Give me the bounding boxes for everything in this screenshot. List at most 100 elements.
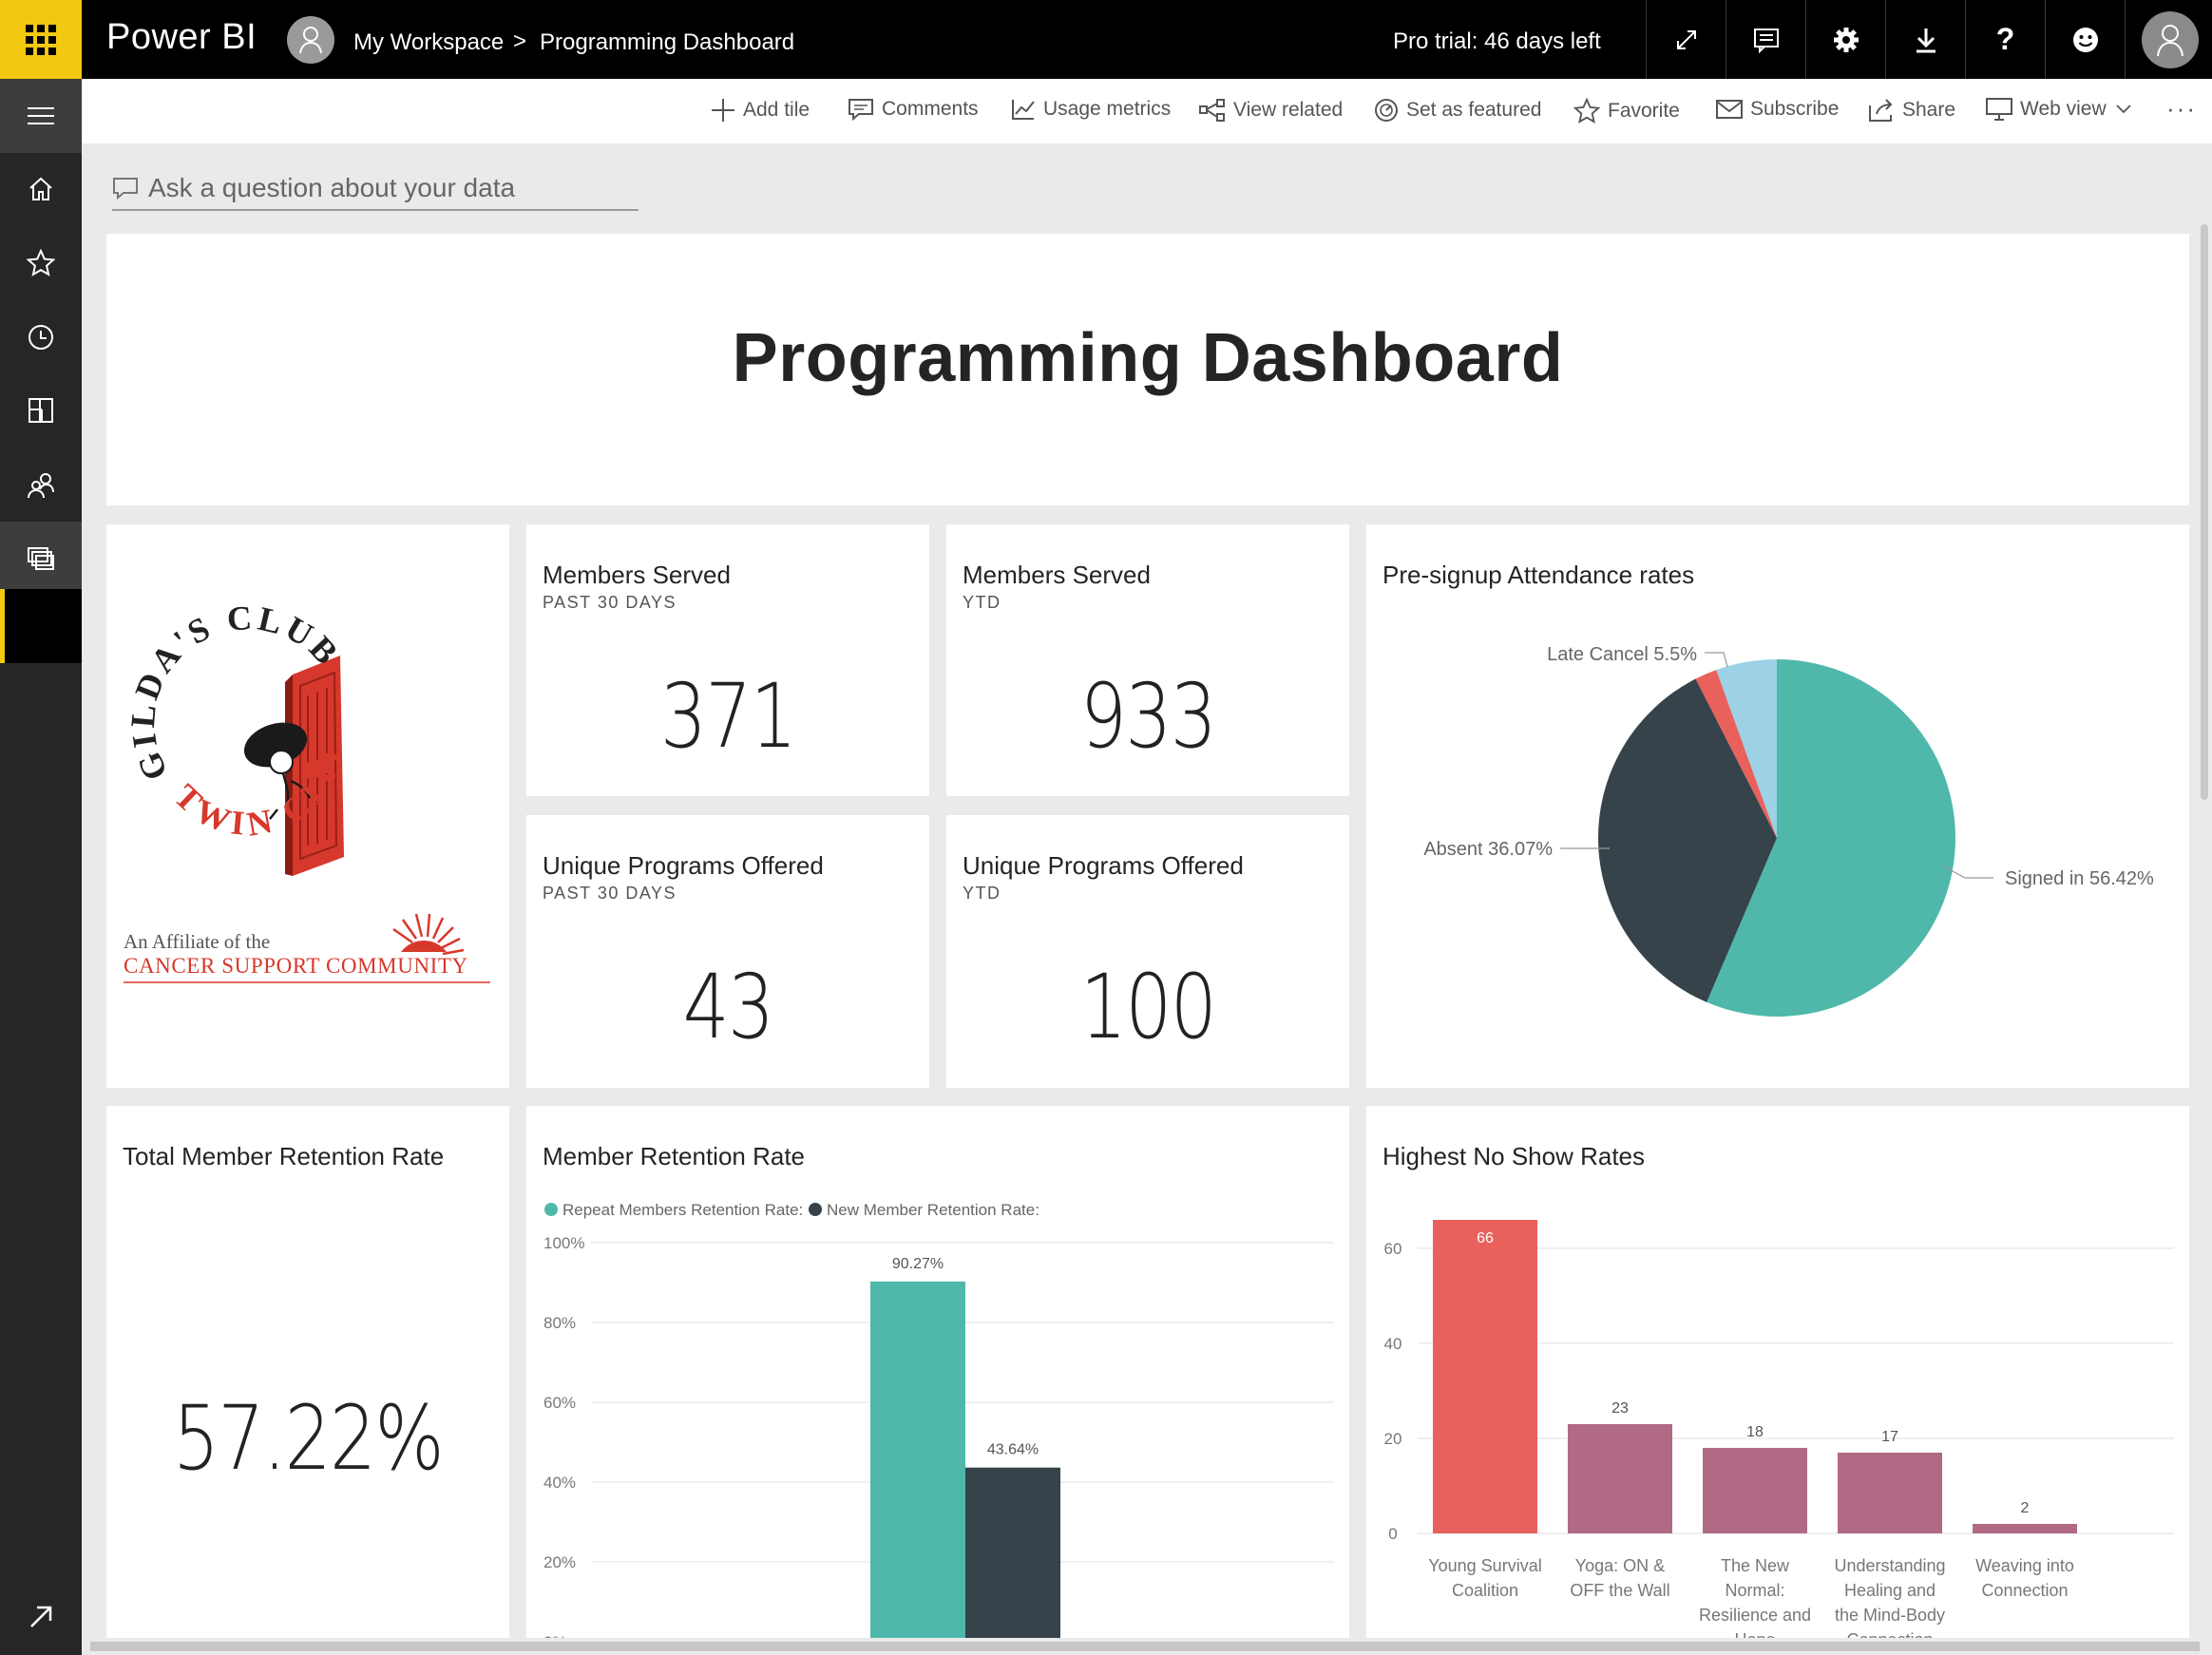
tile-subtitle: YTD — [963, 884, 1001, 903]
related-nodes-icon — [1199, 98, 1226, 123]
x-category-label: Hope — [1734, 1630, 1775, 1638]
member-retention-chart-tile[interactable]: Member Retention Rate Repeat Members Ret… — [526, 1106, 1349, 1638]
x-category-label: Resilience and — [1699, 1606, 1811, 1625]
x-category-label: Normal: — [1725, 1581, 1784, 1600]
brand-title[interactable]: Power BI — [106, 17, 257, 58]
x-category-label: the Mind-Body — [1835, 1606, 1945, 1625]
breadcrumb-separator-icon: > — [513, 29, 527, 54]
bar-value-label: 23 — [1611, 1400, 1629, 1417]
mail-icon — [1716, 99, 1743, 120]
comment-icon — [848, 98, 874, 121]
members-served-30-tile[interactable]: Members Served PAST 30 DAYS 371 — [526, 524, 929, 796]
attendance-pie-chart: Signed in 56.42% Absent 36.07% Late Cancel… — [1423, 644, 2154, 1017]
no-show-chart-tile[interactable]: Highest No Show Rates 60 40 20 0 66 Young Sur… — [1366, 1106, 2189, 1638]
attendance-pie-tile[interactable]: Pre-signup Attendance rates Signed in 56… — [1366, 524, 2189, 1088]
usage-metrics-button[interactable]: Usage metrics — [1011, 98, 1171, 121]
x-category-label: Connection — [1846, 1630, 1933, 1638]
qna-box[interactable] — [112, 167, 639, 211]
title-tile[interactable]: Programming Dashboard — [106, 234, 2189, 505]
tile-title: Unique Programs Offered — [543, 851, 824, 880]
web-view-label: Web view — [2020, 98, 2107, 120]
add-tile-label: Add tile — [743, 99, 810, 121]
bar-value-label: 90.27% — [892, 1256, 944, 1272]
dashboard-title: Programming Dashboard — [732, 320, 1564, 396]
settings-icon[interactable] — [1805, 0, 1885, 79]
bar — [965, 1467, 1060, 1638]
more-options-button[interactable]: ··· — [2166, 94, 2197, 124]
breadcrumb-dashboard[interactable]: Programming Dashboard — [540, 29, 794, 56]
member-retention-bar-chart: Repeat Members Retention Rate: New Member… — [543, 1201, 1334, 1638]
usage-metrics-label: Usage metrics — [1043, 98, 1172, 120]
breadcrumb-workspace[interactable]: My Workspace — [353, 29, 504, 56]
total-retention-tile[interactable]: Total Member Retention Rate 57.22% — [106, 1106, 509, 1638]
x-category-label: OFF the Wall — [1570, 1581, 1669, 1600]
comments-label: Comments — [882, 98, 979, 120]
feedback-smiley-icon[interactable] — [2045, 0, 2125, 79]
pie-slice-label: Signed in 56.42% — [2005, 868, 2154, 889]
app-launcher-waffle-icon[interactable] — [0, 0, 82, 79]
y-tick-label: 0% — [543, 1633, 567, 1638]
workspaces-icon[interactable] — [0, 522, 82, 596]
kpi-value: 43 — [682, 956, 774, 1059]
bar — [1973, 1524, 2077, 1533]
legend-label: Repeat Members Retention Rate: — [563, 1201, 803, 1219]
home-icon[interactable] — [0, 152, 82, 226]
horizontal-scrollbar[interactable] — [90, 1642, 2200, 1651]
recent-clock-icon[interactable] — [0, 300, 82, 374]
set-as-featured-label: Set as featured — [1406, 99, 1542, 121]
chat-bubble-icon — [112, 176, 139, 200]
subscribe-label: Subscribe — [1750, 98, 1840, 120]
members-served-ytd-tile[interactable]: Members Served YTD 933 — [946, 524, 1349, 796]
legend-label: New Member Retention Rate: — [827, 1201, 1039, 1219]
logo-affiliate-text: An Affiliate of the — [124, 930, 270, 953]
favorite-button[interactable]: Favorite — [1573, 98, 1680, 124]
x-category-label: Young Survival — [1428, 1556, 1541, 1575]
view-related-label: View related — [1233, 99, 1344, 121]
y-tick-label: 100% — [543, 1234, 584, 1252]
add-tile-button[interactable]: Add tile — [711, 98, 810, 123]
user-avatar-icon[interactable] — [2142, 11, 2199, 68]
comments-button[interactable]: Comments — [848, 98, 979, 121]
help-icon[interactable]: ? — [1965, 0, 2045, 79]
tile-title: Members Served — [543, 561, 731, 589]
favorites-star-icon[interactable] — [0, 226, 82, 300]
apps-icon[interactable] — [0, 373, 82, 447]
x-category-label: Yoga: ON & — [1575, 1556, 1665, 1575]
programs-offered-30-tile[interactable]: Unique Programs Offered PAST 30 DAYS 43 — [526, 815, 929, 1088]
set-as-featured-button[interactable]: Set as featured — [1374, 98, 1541, 123]
x-category-label: The New — [1721, 1556, 1790, 1575]
qna-input[interactable] — [148, 173, 623, 203]
shared-icon[interactable] — [0, 447, 82, 522]
monitor-icon — [1986, 98, 2012, 121]
bar — [1568, 1424, 1672, 1533]
programs-offered-ytd-tile[interactable]: Unique Programs Offered YTD 100 — [946, 815, 1349, 1088]
user-menu[interactable] — [2125, 0, 2212, 79]
dashboard-action-bar: Add tile Comments Usage metrics View rel… — [82, 79, 2212, 143]
y-tick-label: 60% — [543, 1394, 576, 1412]
y-tick-label: 0 — [1388, 1525, 1397, 1543]
expand-icon[interactable] — [1646, 0, 1726, 79]
kpi-value: 100 — [1079, 956, 1217, 1059]
y-tick-label: 40 — [1384, 1335, 1402, 1353]
x-category-label: Healing and — [1844, 1581, 1936, 1600]
menu-icon[interactable] — [0, 79, 82, 153]
subscribe-button[interactable]: Subscribe — [1716, 98, 1839, 121]
bar — [870, 1281, 965, 1638]
notification-icon[interactable] — [1726, 0, 1805, 79]
tile-title: Unique Programs Offered — [963, 851, 1244, 880]
bar — [1838, 1453, 1942, 1533]
view-related-button[interactable]: View related — [1199, 98, 1343, 123]
bar-value-label: 66 — [1477, 1230, 1494, 1246]
logo-tile[interactable]: GILDA'S CLUB TWIN CITIES An Affiliate of… — [106, 524, 509, 1088]
pro-trial-status[interactable]: Pro trial: 46 days left — [1393, 29, 1601, 55]
web-view-dropdown[interactable]: Web view — [1986, 98, 2139, 121]
share-button[interactable]: Share — [1868, 98, 1955, 123]
share-label: Share — [1902, 99, 1956, 121]
sunburst-icon — [392, 913, 465, 956]
get-data-icon[interactable] — [0, 1580, 82, 1654]
download-icon[interactable] — [1885, 0, 1965, 79]
y-tick-label: 20 — [1384, 1430, 1402, 1448]
star-icon — [1573, 98, 1600, 124]
x-category-label: Connection — [1981, 1581, 2068, 1600]
vertical-scrollbar[interactable] — [2201, 224, 2208, 800]
